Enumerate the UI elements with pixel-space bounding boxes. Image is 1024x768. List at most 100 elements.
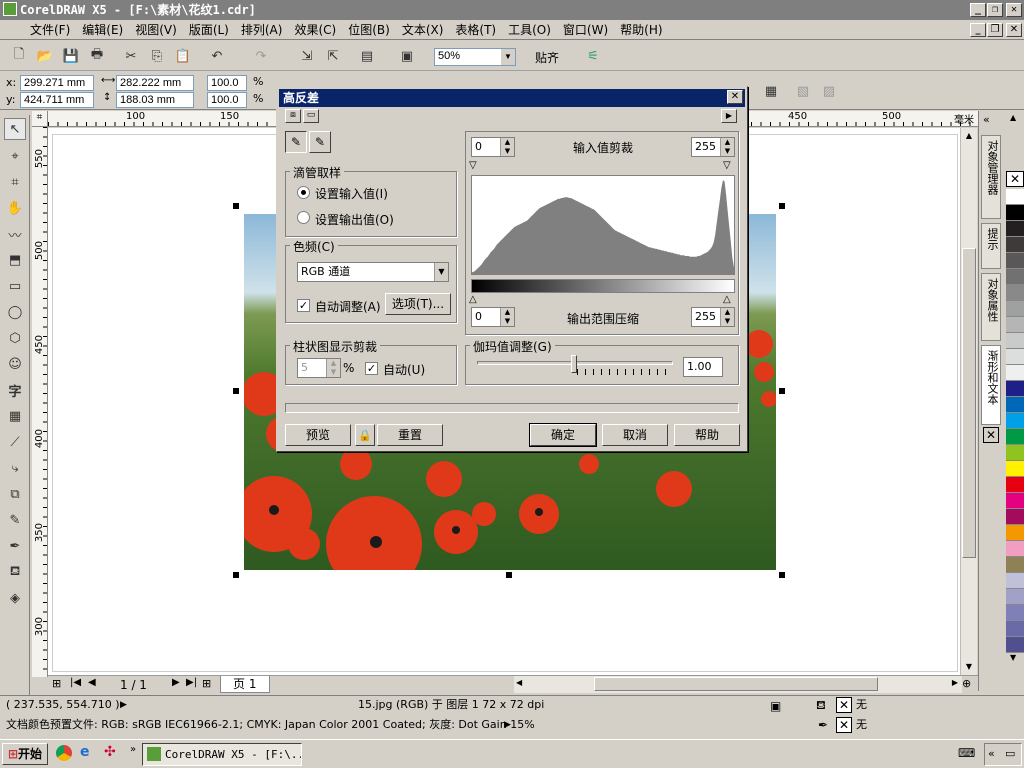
input-high-marker[interactable]: ▽: [723, 160, 731, 171]
options-button[interactable]: 选项(T)...: [385, 293, 451, 315]
color-swatch[interactable]: [1006, 397, 1024, 413]
x-field[interactable]: 299.271 mm: [20, 75, 94, 91]
color-swatch[interactable]: [1006, 253, 1024, 269]
quicklaunch-app-icon[interactable]: ✣: [104, 744, 116, 760]
input-low-field[interactable]: 0 ▲ ▼: [471, 137, 515, 157]
vertical-scrollbar[interactable]: ▲ ▼: [960, 128, 977, 675]
open-icon[interactable]: 📂: [34, 45, 56, 67]
import-icon[interactable]: ⇲: [296, 45, 318, 67]
rectangle-tool-icon[interactable]: ▭: [4, 275, 26, 297]
color-swatch[interactable]: [1006, 477, 1024, 493]
color-swatch[interactable]: [1006, 557, 1024, 573]
color-swatch[interactable]: [1006, 541, 1024, 557]
print-icon[interactable]: 🖶: [86, 45, 108, 67]
export-icon[interactable]: ⇱: [322, 45, 344, 67]
menu-item-9[interactable]: 工具(O): [502, 20, 557, 40]
pick-tool-icon[interactable]: ↖: [4, 118, 26, 140]
dialog-close-button[interactable]: ✕: [727, 90, 743, 104]
color-swatch[interactable]: [1006, 509, 1024, 525]
auto-adjust-checkbox[interactable]: ✓: [297, 299, 310, 312]
scale-y-field[interactable]: 100.0: [207, 92, 247, 108]
quicklaunch-more-icon[interactable]: »: [130, 744, 136, 755]
reset-button[interactable]: 重置: [377, 424, 443, 446]
color-swatch[interactable]: [1006, 525, 1024, 541]
gamma-value-field[interactable]: 1.00: [683, 357, 723, 377]
color-swatch[interactable]: [1006, 605, 1024, 621]
color-swatch[interactable]: [1006, 429, 1024, 445]
color-swatch[interactable]: [1006, 621, 1024, 637]
fill-none-swatch[interactable]: ✕: [836, 697, 852, 713]
doc-minimize-button[interactable]: _: [970, 23, 986, 37]
menu-item-1[interactable]: 编辑(E): [76, 20, 129, 40]
menu-item-7[interactable]: 文本(X): [396, 20, 450, 40]
height-field[interactable]: 188.03 mm: [116, 92, 194, 108]
docker-tab-objects[interactable]: 对象管理器: [981, 135, 1001, 219]
docker-close-icon[interactable]: ✕: [983, 427, 999, 443]
color-swatch[interactable]: [1006, 317, 1024, 333]
crop-tool-icon[interactable]: ⌗: [4, 171, 26, 193]
snap-options-icon[interactable]: ⚟: [582, 45, 604, 67]
welcome-icon[interactable]: ▣: [396, 45, 418, 67]
undo-icon[interactable]: ↶: [206, 45, 228, 67]
channel-select[interactable]: RGB 通道 ▼: [297, 262, 449, 282]
quicklaunch-chrome-icon[interactable]: [56, 745, 72, 761]
ruler-corner[interactable]: ⌗: [32, 111, 48, 127]
horizontal-scrollbar[interactable]: ◀ ▶: [514, 676, 962, 693]
color-swatch[interactable]: [1006, 221, 1024, 237]
output-high-marker[interactable]: △: [723, 294, 731, 305]
redo-icon[interactable]: ↷: [250, 45, 272, 67]
scroll-thumb[interactable]: [962, 248, 976, 558]
dimension-tool-icon[interactable]: ⟋: [4, 431, 26, 453]
scale-x-field[interactable]: 100.0: [207, 75, 247, 91]
radio-set-output-label[interactable]: 设置输出值(O): [315, 211, 394, 228]
next-page-icon[interactable]: ▶: [172, 677, 180, 688]
output-low-field[interactable]: 0 ▲ ▼: [471, 307, 515, 327]
docker-tab-hints[interactable]: 提示: [981, 223, 1001, 269]
zoom-nav-icon[interactable]: ⊕: [962, 677, 971, 690]
output-low-marker[interactable]: △: [469, 294, 477, 305]
preview-button[interactable]: 预览: [285, 424, 351, 446]
selection-handle[interactable]: [233, 388, 239, 394]
input-high-field[interactable]: 255 ▲ ▼: [691, 137, 735, 157]
y-field[interactable]: 424.711 mm: [20, 92, 94, 108]
menu-item-10[interactable]: 窗口(W): [557, 20, 614, 40]
output-high-field[interactable]: 255 ▲ ▼: [691, 307, 735, 327]
color-swatch[interactable]: [1006, 333, 1024, 349]
docker-tab-properties[interactable]: 对象属性: [981, 273, 1001, 341]
copy-icon[interactable]: ⎘: [146, 45, 168, 67]
cut-icon[interactable]: ✂: [120, 45, 142, 67]
minimize-button[interactable]: _: [970, 3, 986, 17]
save-icon[interactable]: 💾: [60, 45, 82, 67]
expand-dialog-icon[interactable]: ▶: [721, 109, 737, 123]
doc-close-button[interactable]: ✕: [1006, 23, 1022, 37]
auto-adjust-label[interactable]: 自动调整(A): [315, 298, 381, 315]
first-page-icon[interactable]: |◀: [70, 677, 81, 688]
prev-page-icon[interactable]: ◀: [88, 677, 96, 688]
ok-button[interactable]: 确定: [529, 423, 597, 447]
selection-handle[interactable]: [233, 203, 239, 209]
scroll-up-icon[interactable]: ▲: [961, 128, 977, 144]
color-swatch[interactable]: [1006, 573, 1024, 589]
outline-none-swatch[interactable]: ✕: [836, 717, 852, 733]
ellipse-tool-icon[interactable]: ◯: [4, 301, 26, 323]
eyedropper-input-icon[interactable]: ✎: [285, 131, 307, 153]
color-swatch[interactable]: [1006, 285, 1024, 301]
close-button[interactable]: ✕: [1006, 3, 1022, 17]
h-scroll-thumb[interactable]: [594, 677, 878, 691]
polygon-tool-icon[interactable]: ⬡: [4, 327, 26, 349]
color-swatch[interactable]: [1006, 237, 1024, 253]
color-swatch[interactable]: [1006, 381, 1024, 397]
color-swatch[interactable]: [1006, 189, 1024, 205]
connector-tool-icon[interactable]: ⤷: [4, 457, 26, 479]
restore-button[interactable]: ❐: [987, 3, 1003, 17]
selection-handle[interactable]: [233, 572, 239, 578]
color-swatch[interactable]: [1006, 637, 1024, 653]
paste-icon[interactable]: 📋: [172, 45, 194, 67]
clip-auto-checkbox[interactable]: ✓: [365, 362, 378, 375]
color-swatch[interactable]: [1006, 349, 1024, 365]
add-page-after-icon[interactable]: ⊞: [202, 677, 211, 690]
radio-set-input-label[interactable]: 设置输入值(I): [315, 185, 388, 202]
radio-set-output[interactable]: [297, 211, 310, 224]
width-field[interactable]: 282.222 mm: [116, 75, 194, 91]
docker-tab-shaping[interactable]: 渐形和文本: [981, 345, 1001, 425]
